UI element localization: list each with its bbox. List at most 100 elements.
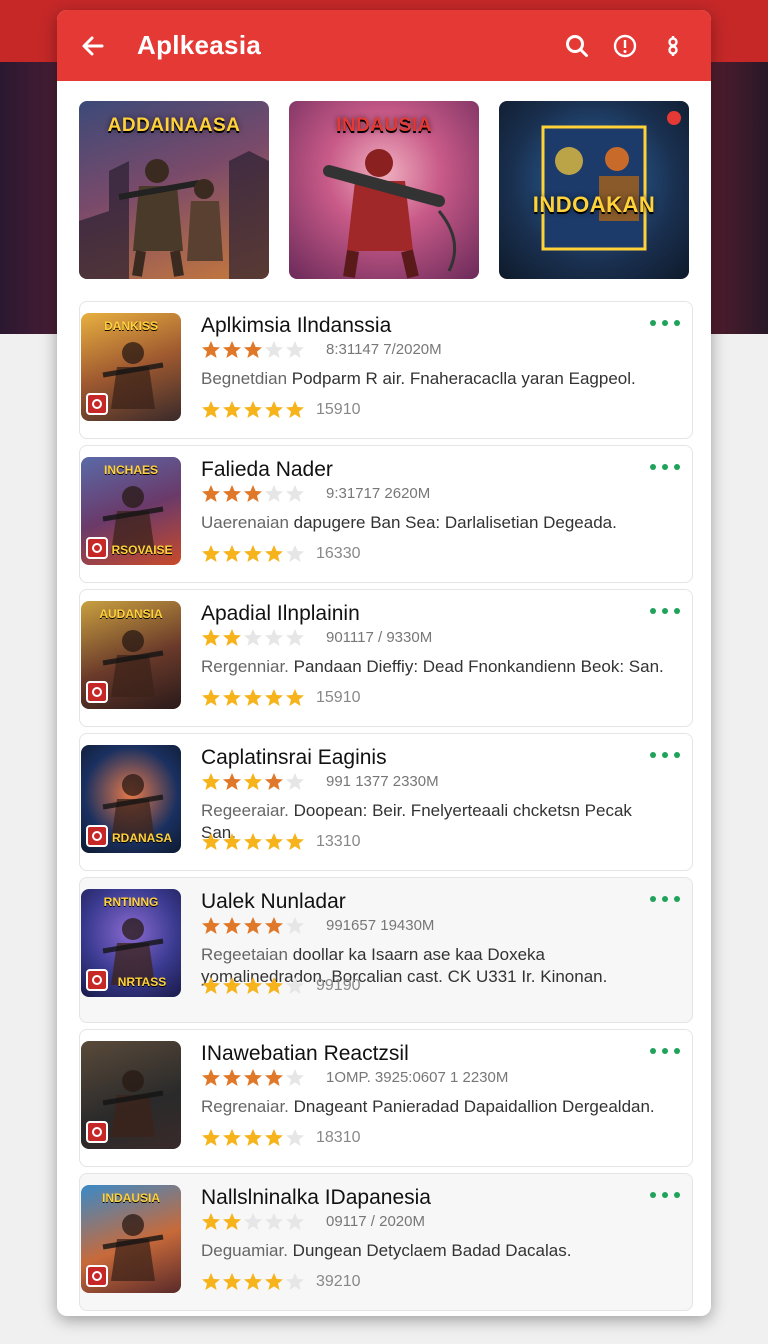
app-list-item[interactable]: INawebatian Reactzsil 1OMP. 3925:0607 1 … (79, 1029, 693, 1167)
review-stars (201, 832, 306, 851)
star-icon (286, 401, 304, 418)
description-text: Pandaan Dieffiy: Dead Fnonkandienn Beok:… (288, 657, 664, 676)
star-icon (223, 1069, 241, 1086)
featured-banner[interactable]: INDAUSIA (289, 101, 479, 279)
app-list-sheet: Aplkeasia ADDAINAASA INDAUSIA INDOAKAN D… (57, 10, 711, 1316)
star-icon (265, 341, 283, 358)
filter-icon[interactable] (651, 24, 695, 68)
description-lead: Regrenaiar. (201, 1097, 289, 1116)
star-icon (223, 977, 241, 994)
thumbnail-caption: RSOVAISE (111, 543, 173, 557)
star-icon (265, 1069, 283, 1086)
review-count: 15910 (316, 400, 361, 418)
app-list-item[interactable]: RNTINNG NRTASS Ualek Nunladar 991657 194… (79, 877, 693, 1023)
star-icon (202, 689, 220, 706)
review-row: 15910 (201, 688, 361, 707)
review-count: 99190 (316, 976, 361, 994)
rating-row: 1OMP. 3925:0607 1 2230M (201, 1068, 508, 1087)
back-arrow-icon[interactable] (73, 26, 113, 66)
app-meta: 1OMP. 3925:0607 1 2230M (326, 1069, 509, 1086)
star-icon (286, 773, 304, 790)
review-count: 39210 (316, 1272, 361, 1290)
app-list-item[interactable]: DANKISS Aplkimsia Ilndanssia 8:31147 7/2… (79, 301, 693, 439)
star-icon (265, 1129, 283, 1146)
app-name: Nallslninalka IDapanesia (201, 1186, 431, 1209)
review-row: 15910 (201, 400, 361, 419)
review-row: 18310 (201, 1128, 361, 1147)
rating-stars (201, 340, 306, 359)
star-icon (202, 977, 220, 994)
app-list-item[interactable]: AUDANSIA Apadial Ilnplainin 901117 / 933… (79, 589, 693, 727)
featured-banner[interactable]: ADDAINAASA (79, 101, 269, 279)
rating-row: 991657 19430M (201, 916, 434, 935)
app-meta: 09117 / 2020M (326, 1213, 425, 1230)
brand-logo-icon (86, 825, 108, 847)
star-icon (286, 1069, 304, 1086)
star-icon (244, 1129, 262, 1146)
rating-stars (201, 1212, 306, 1231)
star-icon (202, 833, 220, 850)
more-options-icon[interactable] (650, 1044, 680, 1058)
star-icon (223, 917, 241, 934)
star-icon (202, 1273, 220, 1290)
more-options-icon[interactable] (650, 748, 680, 762)
review-stars (201, 1272, 306, 1291)
app-description: Deguamiar. Dungean Detyclaem Badad Dacal… (201, 1240, 671, 1262)
star-icon (223, 629, 241, 646)
app-meta: 8:31147 7/2020M (326, 341, 442, 358)
app-list: DANKISS Aplkimsia Ilndanssia 8:31147 7/2… (57, 279, 711, 1311)
more-options-icon[interactable] (650, 1188, 680, 1202)
rating-row: 901117 / 9330M (201, 628, 432, 647)
star-icon (286, 1213, 304, 1230)
app-description: Begnetdian Podparm R air. Fnaheracaclla … (201, 368, 671, 390)
star-icon (286, 917, 304, 934)
star-icon (244, 341, 262, 358)
brand-logo-icon (86, 1121, 108, 1143)
rating-row: 8:31147 7/2020M (201, 340, 442, 359)
info-icon[interactable] (603, 24, 647, 68)
rating-stars (201, 484, 306, 503)
star-icon (244, 401, 262, 418)
more-options-icon[interactable] (650, 892, 680, 906)
search-icon[interactable] (555, 24, 599, 68)
star-icon (286, 1129, 304, 1146)
brand-logo-icon (86, 537, 108, 559)
app-thumbnail: AUDANSIA (81, 601, 181, 709)
star-icon (202, 545, 220, 562)
description-text: dapugere Ban Sea: Darlalisetian Degeada. (288, 513, 617, 532)
star-icon (202, 773, 220, 790)
review-stars (201, 544, 306, 563)
star-icon (202, 1213, 220, 1230)
star-icon (286, 629, 304, 646)
star-icon (265, 833, 283, 850)
more-options-icon[interactable] (650, 604, 680, 618)
review-row: 16330 (201, 544, 361, 563)
app-list-item[interactable]: INCHAES RSOVAISE Falieda Nader 9:31717 2… (79, 445, 693, 583)
app-name: Ualek Nunladar (201, 890, 346, 913)
app-list-item[interactable]: RDANASA Caplatinsrai Eaginis 991 1377 23… (79, 733, 693, 871)
star-icon (223, 401, 241, 418)
featured-banner[interactable]: INDOAKAN (499, 101, 689, 279)
brand-logo-icon (86, 1265, 108, 1287)
description-text: Dungean Detyclaem Badad Dacalas. (287, 1241, 572, 1260)
star-icon (286, 545, 304, 562)
more-options-icon[interactable] (650, 460, 680, 474)
star-icon (202, 485, 220, 502)
review-count: 13310 (316, 832, 361, 850)
app-description: Uaerenaian dapugere Ban Sea: Darlaliseti… (201, 512, 671, 534)
app-name: INawebatian Reactzsil (201, 1042, 409, 1065)
description-lead: Regeeraiar. (201, 801, 289, 820)
rating-row: 9:31717 2620M (201, 484, 430, 503)
star-icon (223, 341, 241, 358)
star-icon (244, 977, 262, 994)
description-lead: Uaerenaian (201, 513, 289, 532)
more-options-icon[interactable] (650, 316, 680, 330)
app-meta: 991657 19430M (326, 917, 435, 934)
app-list-item[interactable]: INDAUSIA Nallslninalka IDapanesia 09117 … (79, 1173, 693, 1311)
star-icon (286, 1273, 304, 1290)
star-icon (286, 977, 304, 994)
review-row: 99190 (201, 976, 361, 995)
star-icon (265, 401, 283, 418)
star-icon (244, 773, 262, 790)
review-stars (201, 688, 306, 707)
